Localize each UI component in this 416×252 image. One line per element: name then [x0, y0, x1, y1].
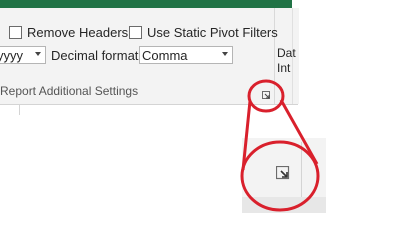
highlight-large-circle: [240, 140, 320, 212]
excel-ribbon-screenshot: Remove Headers Use Static Pivot Filters …: [0, 0, 416, 252]
highlight-annotation: [240, 79, 320, 212]
highlight-small-circle: [247, 79, 285, 113]
highlight-connector-right: [279, 99, 319, 165]
